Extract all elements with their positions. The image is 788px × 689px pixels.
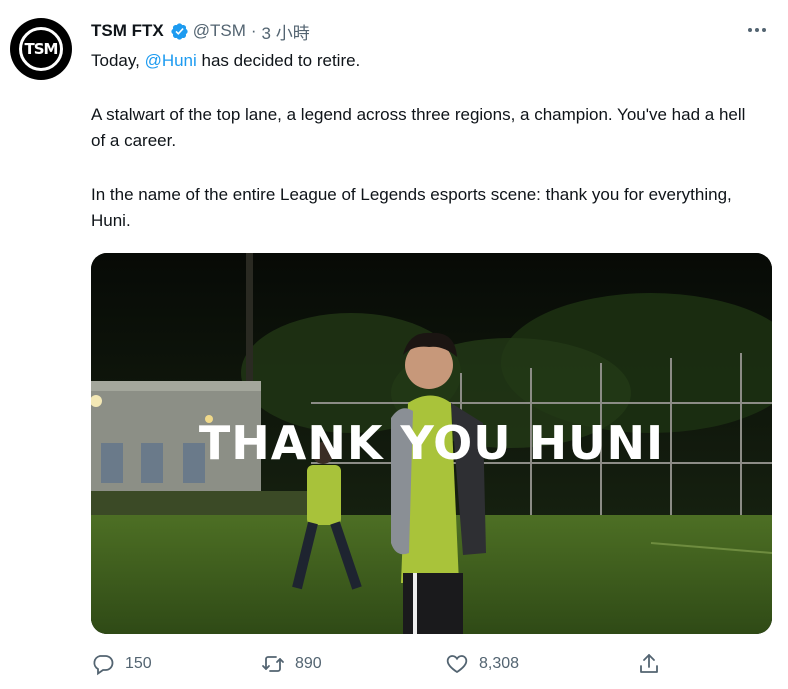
more-options-icon[interactable]	[744, 22, 770, 38]
media-caption: THANK YOU HUNI	[198, 416, 665, 470]
avatar-logo-text: TSM	[24, 40, 59, 58]
retweet-button[interactable]: 890	[261, 650, 322, 678]
tweet-text-prefix: Today,	[91, 51, 145, 70]
reply-count: 150	[125, 655, 152, 672]
more-dot	[755, 28, 759, 32]
like-icon	[446, 655, 468, 674]
retweet-count: 890	[295, 655, 322, 672]
header-separator: ·	[250, 21, 257, 40]
verified-badge-icon	[171, 22, 188, 40]
user-handle[interactable]: @TSM	[193, 21, 246, 41]
tweet-actions: 150 890 8,308	[91, 650, 771, 678]
mention-link[interactable]: @Huni	[145, 51, 197, 70]
tweet-text-suffix: has decided to retire.	[196, 51, 361, 70]
tweet-header: TSM FTX @TSM · 3 小時	[91, 19, 310, 43]
reply-icon	[93, 655, 114, 676]
avatar[interactable]: TSM	[10, 18, 72, 80]
tweet-paragraph-3: In the name of the entire League of Lege…	[91, 185, 732, 230]
display-name[interactable]: TSM FTX	[91, 21, 164, 41]
retweet-icon	[262, 656, 284, 672]
tweet-text: Today, @Huni has decided to retire. A st…	[91, 48, 761, 234]
more-dot	[748, 28, 752, 32]
tweet-paragraph-1: Today, @Huni has decided to retire.	[91, 48, 761, 74]
tweet-paragraph-2: A stalwart of the top lane, a legend acr…	[91, 105, 746, 150]
share-icon	[640, 654, 658, 673]
timestamp[interactable]: 3 小時	[262, 19, 310, 44]
more-dot	[762, 28, 766, 32]
reply-button[interactable]: 150	[91, 650, 152, 678]
like-count: 8,308	[479, 655, 520, 672]
like-button[interactable]: 8,308	[445, 650, 519, 678]
tsm-logo-icon: TSM	[19, 27, 63, 71]
share-button[interactable]	[637, 650, 661, 678]
